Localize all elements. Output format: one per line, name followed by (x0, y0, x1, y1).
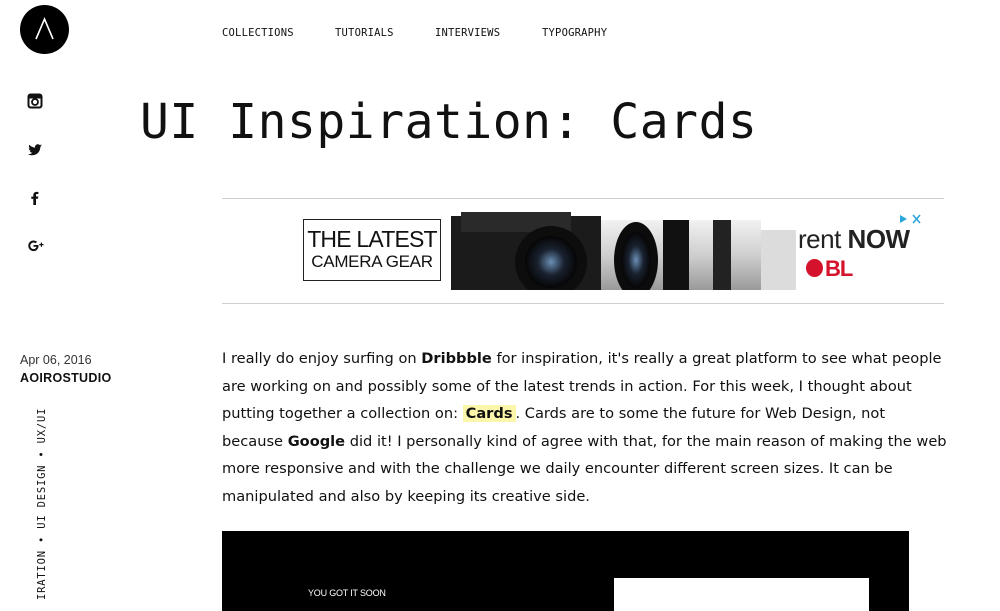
article-intro: I really do enjoy surfing on Dribbble fo… (222, 345, 947, 510)
post-tags[interactable]: IRATION • UI DESIGN • UX/UI (36, 408, 48, 600)
ad-brand-mark (806, 259, 823, 277)
post-date: Apr 06, 2016 (20, 353, 92, 367)
ad-banner[interactable]: THE LATEST CAMERA GEAR rent NOW BL (303, 212, 923, 290)
google-link[interactable]: Google (288, 433, 345, 450)
ad-brand: BL (825, 256, 853, 281)
logo-a-icon (35, 16, 54, 40)
dribbble-link[interactable]: Dribbble (421, 350, 492, 367)
card-white-panel (614, 578, 869, 611)
camera-lens-image (451, 212, 796, 290)
card-caption: YOU GOT IT SOON (308, 588, 386, 598)
page-title: UI Inspiration: Cards (140, 94, 758, 150)
facebook-icon[interactable] (27, 190, 43, 206)
divider-bottom (222, 303, 944, 304)
google-plus-icon[interactable] (27, 238, 44, 254)
ad-line-2: CAMERA GEAR (311, 252, 433, 271)
ad-choices-icon[interactable] (897, 213, 923, 225)
twitter-icon[interactable] (27, 142, 43, 158)
cards-highlight: Cards (462, 405, 516, 422)
site-logo[interactable] (20, 5, 69, 54)
instagram-icon[interactable] (27, 93, 43, 109)
ad-rent-now: rent NOW (798, 224, 910, 254)
nav-typography[interactable]: TYPOGRAPHY (542, 27, 607, 39)
post-author[interactable]: AOIROSTUDIO (20, 371, 112, 385)
nav-tutorials[interactable]: TUTORIALS (335, 27, 394, 39)
nav-collections[interactable]: COLLECTIONS (222, 27, 294, 39)
article-text-1: I really do enjoy surfing on (222, 350, 422, 367)
ad-headline-box: THE LATEST CAMERA GEAR (303, 219, 441, 281)
ad-line-1: THE LATEST (307, 226, 437, 252)
nav-interviews[interactable]: INTERVIEWS (435, 27, 500, 39)
card-preview-image: YOU GOT IT SOON (222, 531, 909, 611)
divider-top (222, 198, 944, 199)
